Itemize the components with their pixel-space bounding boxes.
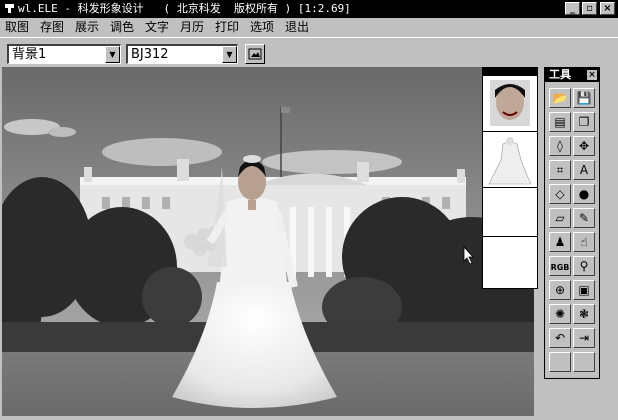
tool-button-effect-gear[interactable]: ✺	[549, 304, 571, 324]
undo-icon: ↶	[554, 331, 566, 345]
effect-gear-icon: ✺	[554, 307, 566, 321]
move-icon: ✥	[578, 139, 590, 153]
image-tool-button[interactable]	[245, 44, 265, 64]
tool-button-brush-blob[interactable]: ●	[573, 184, 595, 204]
frame-icon: ▣	[578, 283, 590, 297]
save-disk-icon: 💾	[576, 91, 592, 105]
tool-button-open-folder[interactable]: 📂	[549, 88, 571, 108]
wedding-photo	[2, 67, 534, 416]
tools-palette-title-bar: 工具 ×	[545, 68, 599, 82]
title-bar: wl.ELE - 科发形象设计 ( 北京科发 版权所有 ) [1:2.69] _…	[0, 0, 618, 18]
background-select[interactable]: 背景1 ▼	[7, 44, 121, 64]
tool-button-smudge[interactable]: ☝	[573, 232, 595, 252]
thumbnail-panel	[482, 67, 538, 289]
face-thumbnail-image	[490, 80, 530, 126]
copy-icon: ❐	[578, 115, 590, 129]
close-button[interactable]: ×	[600, 2, 615, 15]
tool-button-frame[interactable]: ▣	[573, 280, 595, 300]
restore-button[interactable]: ▫	[582, 2, 597, 15]
brush-blob-icon: ●	[578, 187, 590, 201]
menu-text[interactable]: 文字	[145, 20, 169, 35]
menu-get-image[interactable]: 取图	[5, 20, 29, 35]
tool-button-crop[interactable]: ⌗	[549, 160, 571, 180]
menu-print[interactable]: 打印	[215, 20, 239, 35]
tool-button-filter[interactable]: ❃	[573, 304, 595, 324]
tool-button-drop[interactable]: ◇	[549, 184, 571, 204]
rgb-icon: RGB	[550, 263, 570, 272]
open-folder-icon: 📂	[552, 91, 568, 105]
tool-button-stamp[interactable]: ♟	[549, 232, 571, 252]
menu-options[interactable]: 选项	[250, 20, 274, 35]
chevron-down-icon[interactable]: ▼	[105, 46, 120, 63]
thumbnail-dress[interactable]	[483, 132, 537, 188]
tool-button-zoom[interactable]: ⊕	[549, 280, 571, 300]
text-icon: A	[579, 163, 589, 177]
tools-palette: 工具 × 📂 💾 ▤ ❐ ◊ ✥ ⌗ A ◇ ● ▱ ✎ ♟ ☝ RGB ⚲ ⊕ ▣ ✺ ❃ ↶ ⇥	[544, 67, 600, 379]
tool-button-undo[interactable]: ↶	[549, 328, 571, 348]
bulb-icon: ⚲	[579, 259, 589, 273]
tool-button-empty[interactable]	[573, 352, 595, 372]
tool-button-copy[interactable]: ❐	[573, 112, 595, 132]
pen-icon: ✎	[578, 211, 590, 225]
picture-icon	[248, 48, 262, 60]
minimize-button[interactable]: _	[565, 2, 580, 15]
thumbnail-face[interactable]	[483, 76, 537, 132]
chevron-down-icon[interactable]: ▼	[222, 46, 237, 63]
stamp-icon: ♟	[554, 235, 566, 249]
tool-button-pen[interactable]: ✎	[573, 208, 595, 228]
tool-button-lasso[interactable]: ◊	[549, 136, 571, 156]
eraser-icon: ▱	[555, 211, 565, 225]
tool-button-print[interactable]: ▤	[549, 112, 571, 132]
tool-button-eraser[interactable]: ▱	[549, 208, 571, 228]
crop-icon: ⌗	[556, 163, 564, 177]
thumbnail-panel-header	[483, 68, 537, 76]
tools-palette-title: 工具	[549, 68, 571, 81]
print-icon: ▤	[554, 115, 566, 129]
style-select[interactable]: BJ312 ▼	[126, 44, 238, 64]
tool-button-rgb[interactable]: RGB	[549, 256, 571, 276]
menu-calendar[interactable]: 月历	[180, 20, 204, 35]
menu-color[interactable]: 调色	[110, 20, 134, 35]
tool-button-save-disk[interactable]: 💾	[573, 88, 595, 108]
menu-show[interactable]: 展示	[75, 20, 99, 35]
tool-button-move[interactable]: ✥	[573, 136, 595, 156]
app-icon	[5, 4, 14, 13]
dress-thumbnail-image	[488, 137, 532, 185]
menu-exit[interactable]: 退出	[285, 20, 309, 35]
thumbnail-empty-2[interactable]	[483, 237, 537, 288]
menu-save-image[interactable]: 存图	[40, 20, 64, 35]
exit-door-icon: ⇥	[578, 331, 590, 345]
smudge-icon: ☝	[580, 235, 588, 249]
window-title: wl.ELE - 科发形象设计 ( 北京科发 版权所有 ) [1:2.69]	[18, 2, 351, 15]
toolbar: 背景1 ▼ BJ312 ▼	[0, 37, 618, 67]
style-select-value: BJ312	[131, 47, 169, 62]
tool-button-exit-door[interactable]: ⇥	[573, 328, 595, 348]
tool-button-bulb[interactable]: ⚲	[573, 256, 595, 276]
image-canvas[interactable]	[2, 67, 534, 416]
menu-bar: 取图 存图 展示 调色 文字 月历 打印 选项 退出	[0, 18, 618, 37]
tool-button-empty[interactable]	[549, 352, 571, 372]
zoom-icon: ⊕	[554, 283, 566, 297]
tool-button-text[interactable]: A	[573, 160, 595, 180]
filter-icon: ❃	[578, 307, 590, 321]
lasso-icon: ◊	[557, 139, 563, 153]
background-select-value: 背景1	[12, 47, 47, 62]
tools-palette-close-button[interactable]: ×	[587, 70, 597, 80]
drop-icon: ◇	[555, 187, 565, 201]
thumbnail-empty-1[interactable]	[483, 188, 537, 237]
